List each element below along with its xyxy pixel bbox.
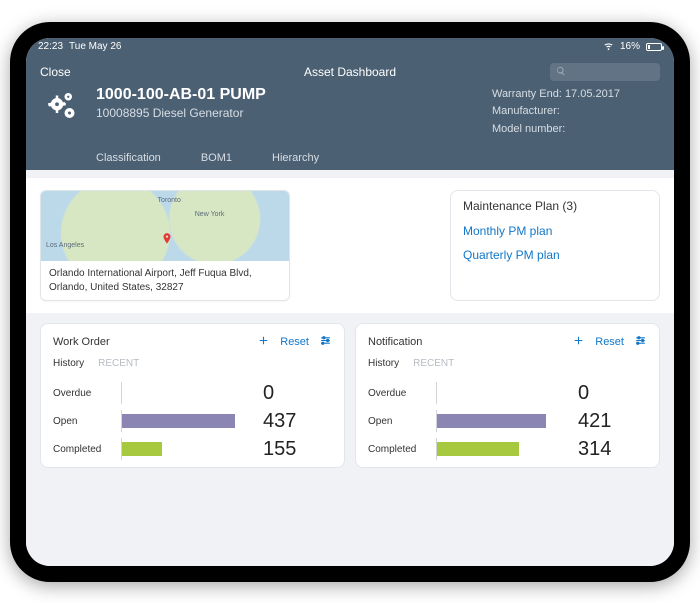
maintenance-plan-card: Maintenance Plan (3) Monthly PM plan Qua… <box>450 190 660 301</box>
plus-icon <box>572 334 585 350</box>
work-order-add-button[interactable] <box>257 334 270 350</box>
work-order-title: Work Order <box>53 336 110 348</box>
map-pin-icon <box>160 232 174 246</box>
map-label-toronto: Toronto <box>158 197 181 204</box>
nt-row-overdue: Overdue 0 <box>368 379 647 407</box>
work-order-tab-recent[interactable]: RECENT <box>98 358 139 369</box>
map-label-newyork: New York <box>195 211 225 218</box>
nt-completed-value: 314 <box>578 438 611 461</box>
search-input[interactable] <box>570 66 654 77</box>
statusbar-time: 22:23 <box>38 41 63 52</box>
wo-overdue-value: 0 <box>263 382 274 405</box>
wo-overdue-label: Overdue <box>53 388 113 399</box>
wo-row-open: Open 437 <box>53 407 332 435</box>
close-button[interactable]: Close <box>40 65 71 79</box>
work-order-tab-history[interactable]: History <box>53 358 84 369</box>
plus-icon <box>257 334 270 350</box>
wo-row-overdue: Overdue 0 <box>53 379 332 407</box>
work-order-settings-button[interactable] <box>319 334 332 350</box>
work-order-panel: Work Order Reset History RECENT <box>40 323 345 468</box>
tablet-frame: 22:23 Tue May 26 16% Close Asset Dashboa… <box>10 22 690 582</box>
tab-bom[interactable]: BOM1 <box>201 152 232 164</box>
notification-title: Notification <box>368 336 422 348</box>
notification-tab-history[interactable]: History <box>368 358 399 369</box>
asset-name: 1000-100-AB-01 PUMP <box>96 86 266 104</box>
wo-open-label: Open <box>53 416 113 427</box>
notification-panel: Notification Reset History RECENT <box>355 323 660 468</box>
wo-row-completed: Completed 155 <box>53 435 332 463</box>
gears-icon <box>40 86 84 130</box>
screen: 22:23 Tue May 26 16% Close Asset Dashboa… <box>26 38 674 566</box>
statusbar-date: Tue May 26 <box>69 41 121 52</box>
plan-item-monthly[interactable]: Monthly PM plan <box>463 219 647 243</box>
notification-tab-recent[interactable]: RECENT <box>413 358 454 369</box>
asset-description: 10008895 Diesel Generator <box>96 106 266 120</box>
asset-meta: Warranty End: 17.05.2017 Manufacturer: M… <box>492 86 660 139</box>
nt-open-label: Open <box>368 416 428 427</box>
nt-overdue-label: Overdue <box>368 388 428 399</box>
location-card[interactable]: Toronto New York Los Angeles Orlando Int… <box>40 190 290 301</box>
warranty-value: 17.05.2017 <box>565 88 620 100</box>
nt-row-completed: Completed 314 <box>368 435 647 463</box>
status-bar: 22:23 Tue May 26 16% <box>26 38 674 56</box>
header: Close Asset Dashboard <box>26 56 674 171</box>
wo-completed-label: Completed <box>53 444 113 455</box>
battery-pct: 16% <box>620 41 640 52</box>
manufacturer-label: Manufacturer: <box>492 105 560 117</box>
map-label-la: Los Angeles <box>46 242 84 249</box>
maintenance-plan-heading: Maintenance Plan (3) <box>463 199 647 213</box>
location-address: Orlando International Airport, Jeff Fuqu… <box>41 261 289 300</box>
header-tabs: Classification BOM1 Hierarchy <box>40 146 660 170</box>
model-label: Model number: <box>492 123 565 135</box>
sliders-icon <box>319 334 332 350</box>
map-thumbnail[interactable]: Toronto New York Los Angeles <box>41 191 289 261</box>
warranty-label: Warranty End: <box>492 88 562 100</box>
tab-classification[interactable]: Classification <box>96 152 161 164</box>
nt-open-value: 421 <box>578 410 611 433</box>
notification-reset-button[interactable]: Reset <box>595 336 624 348</box>
nt-row-open: Open 421 <box>368 407 647 435</box>
wo-completed-value: 155 <box>263 438 296 461</box>
nt-overdue-value: 0 <box>578 382 589 405</box>
battery-icon <box>646 43 662 51</box>
search-field[interactable] <box>550 63 660 81</box>
plan-item-quarterly[interactable]: Quarterly PM plan <box>463 243 647 267</box>
nt-completed-label: Completed <box>368 444 428 455</box>
search-icon <box>556 65 566 79</box>
wifi-icon <box>603 40 614 54</box>
sliders-icon <box>634 334 647 350</box>
wo-open-value: 437 <box>263 410 296 433</box>
notification-settings-button[interactable] <box>634 334 647 350</box>
notification-add-button[interactable] <box>572 334 585 350</box>
content: Toronto New York Los Angeles Orlando Int… <box>26 170 674 565</box>
work-order-reset-button[interactable]: Reset <box>280 336 309 348</box>
tab-hierarchy[interactable]: Hierarchy <box>272 152 319 164</box>
